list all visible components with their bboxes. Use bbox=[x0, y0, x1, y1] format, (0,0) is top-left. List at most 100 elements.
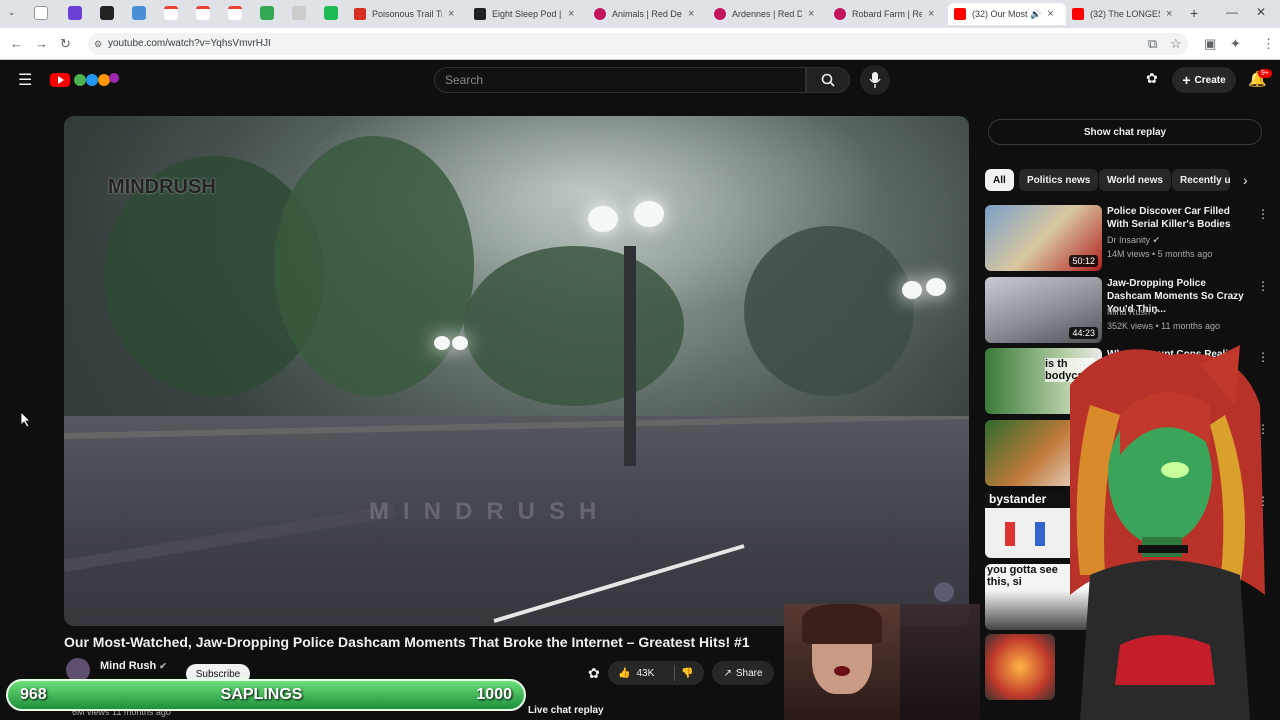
bookmark-star-icon[interactable]: ☆ bbox=[1170, 36, 1182, 52]
video-streetlamp bbox=[902, 281, 922, 299]
minimize-window-icon[interactable]: — bbox=[1226, 5, 1238, 19]
browser-tab[interactable]: Ardennes | Red De × bbox=[708, 3, 828, 25]
video-player[interactable]: MINDRUSH MINDRUSH bbox=[64, 116, 969, 626]
microphone-icon bbox=[869, 72, 881, 88]
tab-title: Eight Sleep Pod | C bbox=[492, 9, 562, 19]
mindrush-logo: MINDRUSH bbox=[108, 176, 216, 198]
rec-channel[interactable]: Mind Rush ✔ bbox=[1107, 307, 1160, 318]
hamburger-menu-icon[interactable]: ☰ bbox=[18, 70, 32, 90]
pinned-tab-gmail-icon[interactable] bbox=[196, 6, 210, 20]
pinned-tab-icon[interactable] bbox=[292, 6, 306, 20]
close-tab-icon[interactable]: × bbox=[1166, 8, 1172, 20]
tab-favicon-icon bbox=[354, 8, 366, 20]
tab-search-chevron-icon[interactable]: ⌄ bbox=[8, 7, 16, 18]
tab-favicon-icon bbox=[714, 8, 726, 20]
browser-tab[interactable]: Robard Farm | Red × bbox=[828, 3, 948, 25]
video-lamp-post bbox=[624, 246, 636, 466]
close-window-icon[interactable]: ✕ bbox=[1256, 5, 1266, 19]
pinned-tab-icon[interactable] bbox=[100, 6, 114, 20]
tab-favicon-icon bbox=[834, 8, 846, 20]
voice-search-button[interactable] bbox=[860, 65, 890, 95]
pinned-tab-icon[interactable] bbox=[324, 6, 338, 20]
new-tab-button[interactable]: + bbox=[1190, 5, 1198, 21]
rec-title[interactable]: Police Discover Car Filled With Serial K… bbox=[1107, 205, 1247, 231]
video-watermark: MINDRUSH bbox=[369, 498, 611, 525]
rec-channel[interactable]: Dr Insanity ✔ bbox=[1107, 235, 1160, 246]
thumbnail-figure bbox=[1035, 522, 1045, 546]
webcam-mouth bbox=[834, 666, 850, 676]
tab-title: Robard Farm | Red bbox=[852, 9, 922, 19]
pinned-tab-amazon-icon[interactable] bbox=[34, 6, 48, 20]
tab-title: Poisonous Trail Tre bbox=[372, 9, 442, 19]
close-tab-icon[interactable]: × bbox=[448, 8, 454, 20]
chip-all[interactable]: All bbox=[985, 169, 1014, 191]
live-chat-replay-label[interactable]: Live chat replay bbox=[528, 705, 604, 716]
chips-next-chevron-icon[interactable]: › bbox=[1243, 172, 1248, 188]
recommended-video[interactable]: 50:12 Police Discover Car Filled With Se… bbox=[985, 205, 1275, 271]
youtube-logo[interactable] bbox=[50, 71, 120, 89]
more-options-icon[interactable]: ⋮ bbox=[1257, 279, 1269, 293]
close-tab-icon[interactable]: × bbox=[1047, 8, 1053, 20]
browser-tab[interactable]: Animals | Red Dear × bbox=[588, 3, 708, 25]
install-app-icon[interactable]: ⧉ bbox=[1148, 36, 1157, 52]
create-button[interactable]: + Create bbox=[1172, 67, 1236, 93]
like-divider bbox=[674, 665, 676, 681]
saplings-current: 968 bbox=[20, 686, 47, 703]
chip-recently-uploaded[interactable]: Recently u bbox=[1172, 169, 1230, 191]
saplings-label: SAPLINGS bbox=[220, 686, 303, 703]
verified-check-icon: ✔ bbox=[1152, 235, 1161, 245]
close-tab-icon[interactable]: × bbox=[808, 8, 814, 20]
saplings-progress-bar: 968 SAPLINGS 1000 bbox=[6, 679, 526, 711]
url-field[interactable]: ⚙ youtube.com/watch?v=YqhsVmvrHJI bbox=[88, 33, 1188, 55]
youtube-favicon-icon bbox=[954, 8, 966, 20]
browser-menu-icon[interactable]: ⋮ bbox=[1262, 36, 1275, 52]
pinned-tab-gmail-icon[interactable] bbox=[164, 6, 178, 20]
reload-icon[interactable]: ↻ bbox=[60, 36, 71, 52]
like-button[interactable]: 👍 43K 👎 bbox=[608, 661, 704, 685]
recommended-video[interactable]: 44:23 Jaw-Dropping Police Dashcam Moment… bbox=[985, 277, 1275, 343]
extensions-icon[interactable]: ▣ bbox=[1204, 36, 1216, 52]
site-info-icon[interactable]: ⚙ bbox=[94, 33, 102, 55]
search-icon bbox=[821, 73, 835, 87]
more-options-icon[interactable]: ⋮ bbox=[1257, 207, 1269, 221]
show-chat-replay-button[interactable]: Show chat replay bbox=[988, 119, 1262, 145]
streamer-overlay-figure bbox=[900, 604, 980, 720]
close-tab-icon[interactable]: × bbox=[568, 8, 574, 20]
video-thumbnail[interactable]: 44:23 bbox=[985, 277, 1102, 343]
channel-watermark-icon[interactable] bbox=[934, 582, 954, 602]
puzzle-icon[interactable]: ✦ bbox=[1230, 36, 1241, 52]
vtuber-avatar bbox=[1070, 345, 1265, 720]
share-label: Share bbox=[735, 667, 763, 679]
back-icon[interactable]: ← bbox=[10, 36, 23, 51]
pinned-tab-gmail-icon[interactable] bbox=[228, 6, 242, 20]
browser-tab[interactable]: Poisonous Trail Tre × bbox=[348, 3, 468, 25]
like-count: 43K bbox=[636, 667, 655, 679]
pinned-tab-icon[interactable] bbox=[68, 6, 82, 20]
forward-icon[interactable]: → bbox=[35, 36, 48, 51]
video-tree bbox=[464, 246, 684, 406]
browser-tab[interactable]: Eight Sleep Pod | C × bbox=[468, 3, 588, 25]
video-thumbnail[interactable] bbox=[985, 634, 1055, 700]
browser-tab-active[interactable]: (32) Our Most 🔊 × bbox=[948, 3, 1066, 25]
share-button[interactable]: ↗ Share bbox=[712, 661, 774, 685]
mouse-cursor-icon bbox=[21, 412, 31, 428]
extension-icon[interactable]: ✿ bbox=[588, 665, 600, 682]
search-button[interactable] bbox=[806, 67, 850, 93]
audio-playing-icon[interactable]: 🔊 bbox=[1030, 9, 1041, 20]
video-streetlamp bbox=[588, 206, 618, 232]
close-tab-icon[interactable]: × bbox=[928, 8, 934, 20]
thumbs-down-icon[interactable]: 👎 bbox=[681, 668, 693, 679]
browser-tab[interactable]: (32) The LONGEST × bbox=[1066, 3, 1184, 25]
channel-name[interactable]: Mind Rush ✔ bbox=[100, 660, 167, 672]
tab-title: Ardennes | Red De bbox=[732, 9, 802, 19]
pinned-tab-icon[interactable] bbox=[132, 6, 146, 20]
chip-world-news[interactable]: World news bbox=[1099, 169, 1171, 191]
tab-title: Animals | Red Dear bbox=[612, 9, 682, 19]
chip-politics-news[interactable]: Politics news bbox=[1019, 169, 1099, 191]
extension-icon[interactable]: ✿ bbox=[1146, 70, 1158, 87]
video-thumbnail[interactable]: 50:12 bbox=[985, 205, 1102, 271]
search-input[interactable]: Search bbox=[434, 67, 806, 93]
video-tree bbox=[274, 136, 474, 396]
close-tab-icon[interactable]: × bbox=[688, 8, 694, 20]
pinned-tab-drive-icon[interactable] bbox=[260, 6, 274, 20]
